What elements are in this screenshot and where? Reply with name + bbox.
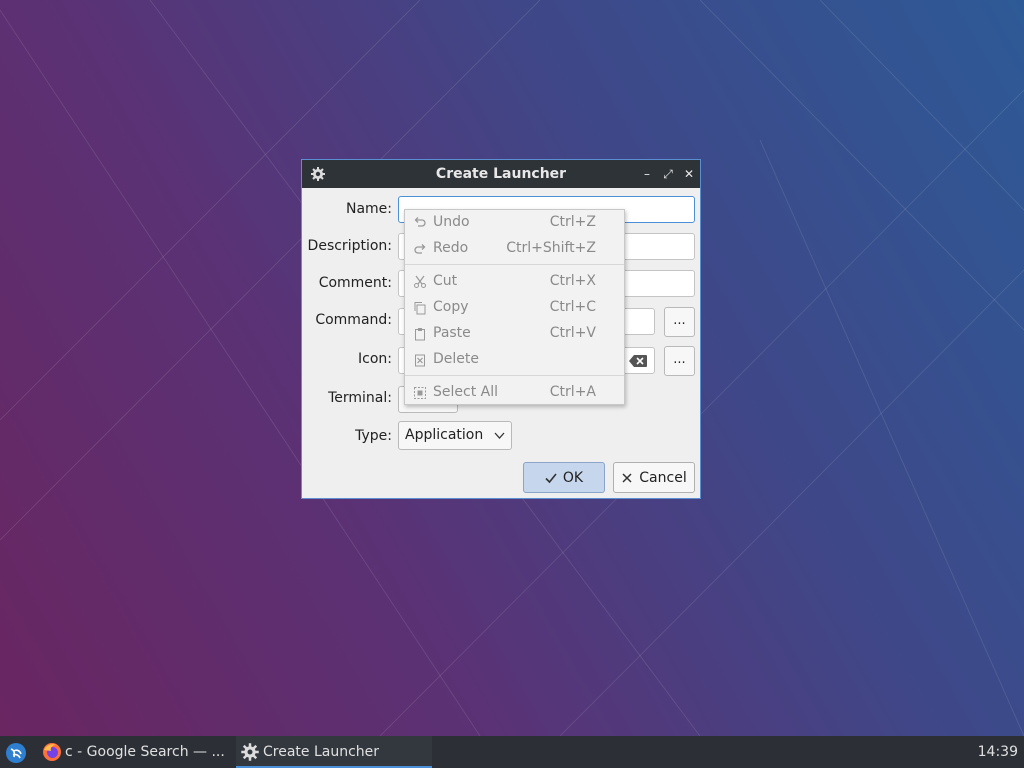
- copy-icon: [414, 302, 426, 315]
- menu-separator: [405, 264, 624, 265]
- menu-item-copy[interactable]: Copy Ctrl+C: [405, 295, 624, 321]
- menu-item-redo[interactable]: Redo Ctrl+Shift+Z: [405, 236, 624, 262]
- redo-icon: [414, 244, 426, 254]
- type-dropdown-value: Application: [405, 427, 484, 443]
- ok-button-label: OK: [562, 469, 584, 486]
- ok-button[interactable]: OK: [523, 462, 605, 493]
- context-menu: Undo Ctrl+Z Redo Ctrl+Shift+Z Cut Ctrl+X…: [404, 209, 625, 405]
- firefox-icon: [43, 743, 61, 761]
- cut-icon: [414, 275, 426, 288]
- select-all-icon: [414, 387, 426, 399]
- cancel-button[interactable]: Cancel: [613, 462, 695, 493]
- menu-item-select-all[interactable]: Select All Ctrl+A: [405, 380, 624, 406]
- taskbar-item-firefox-label: c - Google Search — ...: [65, 744, 225, 760]
- taskbar-item-firefox[interactable]: c - Google Search — ...: [38, 736, 226, 768]
- checkmark-icon: [545, 472, 557, 483]
- menu-separator: [405, 375, 624, 376]
- clear-text-icon[interactable]: [628, 354, 648, 368]
- command-label: Command:: [315, 312, 392, 328]
- taskbar-item-create-launcher-label: Create Launcher: [263, 744, 380, 760]
- cancel-button-label: Cancel: [639, 469, 687, 486]
- menu-item-delete[interactable]: Delete: [405, 347, 624, 373]
- start-menu-icon[interactable]: [5, 742, 27, 764]
- close-button[interactable]: ✕: [680, 165, 698, 183]
- taskbar: c - Google Search — ... Create Launcher …: [0, 736, 1024, 768]
- cancel-x-icon: [622, 472, 632, 483]
- menu-item-undo[interactable]: Undo Ctrl+Z: [405, 210, 624, 236]
- chevron-down-icon: [494, 432, 505, 439]
- terminal-label: Terminal:: [328, 390, 392, 406]
- description-label: Description:: [307, 238, 392, 254]
- paste-icon: [415, 328, 425, 341]
- dialog-titlebar[interactable]: Create Launcher – ⤢ ✕: [302, 160, 700, 188]
- icon-browse-button[interactable]: ...: [664, 346, 695, 376]
- menu-item-paste[interactable]: Paste Ctrl+V: [405, 321, 624, 347]
- taskbar-item-create-launcher[interactable]: Create Launcher: [236, 736, 432, 768]
- icon-label: Icon:: [358, 351, 392, 367]
- command-browse-button[interactable]: ...: [664, 307, 695, 337]
- comment-label: Comment:: [318, 275, 392, 291]
- type-label: Type:: [355, 428, 392, 444]
- type-dropdown[interactable]: Application: [398, 421, 512, 450]
- maximize-button[interactable]: ⤢: [659, 165, 677, 183]
- name-label: Name:: [345, 201, 392, 217]
- clock[interactable]: 14:39: [978, 736, 1018, 768]
- launcher-gear-icon: [241, 743, 259, 761]
- menu-item-cut[interactable]: Cut Ctrl+X: [405, 269, 624, 295]
- undo-icon: [414, 217, 426, 227]
- delete-icon: [415, 354, 425, 367]
- minimize-button[interactable]: –: [638, 165, 656, 183]
